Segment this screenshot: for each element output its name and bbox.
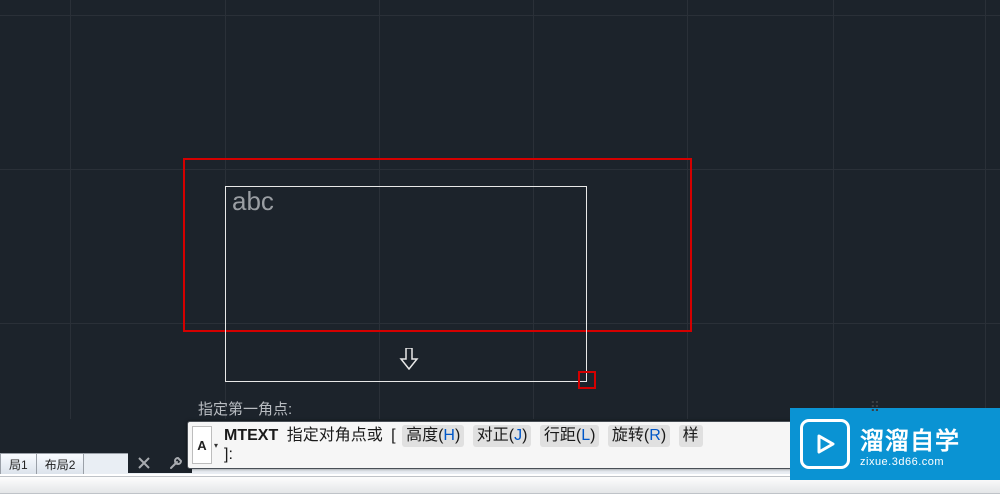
wrench-icon[interactable] [167, 454, 185, 472]
bracket-open: [ [391, 427, 395, 444]
tab-layout1-partial[interactable]: 局1 [0, 454, 37, 474]
dynamic-input-hint: 指定第一角点: [198, 398, 292, 419]
option-justify[interactable]: 对正(J) [473, 425, 532, 447]
command-name: MTEXT [224, 427, 278, 444]
play-icon [800, 419, 850, 469]
option-linespacing[interactable]: 行距(L) [540, 425, 600, 447]
option-height[interactable]: 高度(H) [402, 425, 464, 447]
mtext-flow-arrow-icon [399, 348, 419, 370]
tab-layout2[interactable]: 布局2 [37, 454, 85, 474]
watermark-title: 溜溜自学 [860, 421, 960, 456]
command-line2: ]: [224, 445, 233, 465]
tab-label: 局1 [9, 456, 28, 473]
tab-label: 布局2 [45, 456, 76, 473]
command-a-icon[interactable]: A [192, 426, 212, 464]
command-line-controls [128, 453, 192, 473]
crosshair-pickbox [578, 371, 596, 389]
option-rotate[interactable]: 旋转(R) [608, 425, 670, 447]
watermark-url: zixue.3d66.com [860, 456, 960, 468]
icon-letter: A [197, 438, 206, 453]
close-icon[interactable] [135, 454, 153, 472]
mtext-placeholder: abc [232, 186, 274, 217]
command-menu-tri-icon[interactable]: ▾ [214, 441, 218, 450]
command-prompt: 指定对角点或 [287, 427, 383, 444]
drawing-canvas[interactable]: abc 指定第一角点: [0, 0, 1000, 419]
watermark-logo: 溜溜自学 zixue.3d66.com [790, 408, 1000, 480]
option-style-partial[interactable]: 样 [679, 425, 703, 447]
grip-handle-icon[interactable]: ⠿ [870, 399, 880, 416]
